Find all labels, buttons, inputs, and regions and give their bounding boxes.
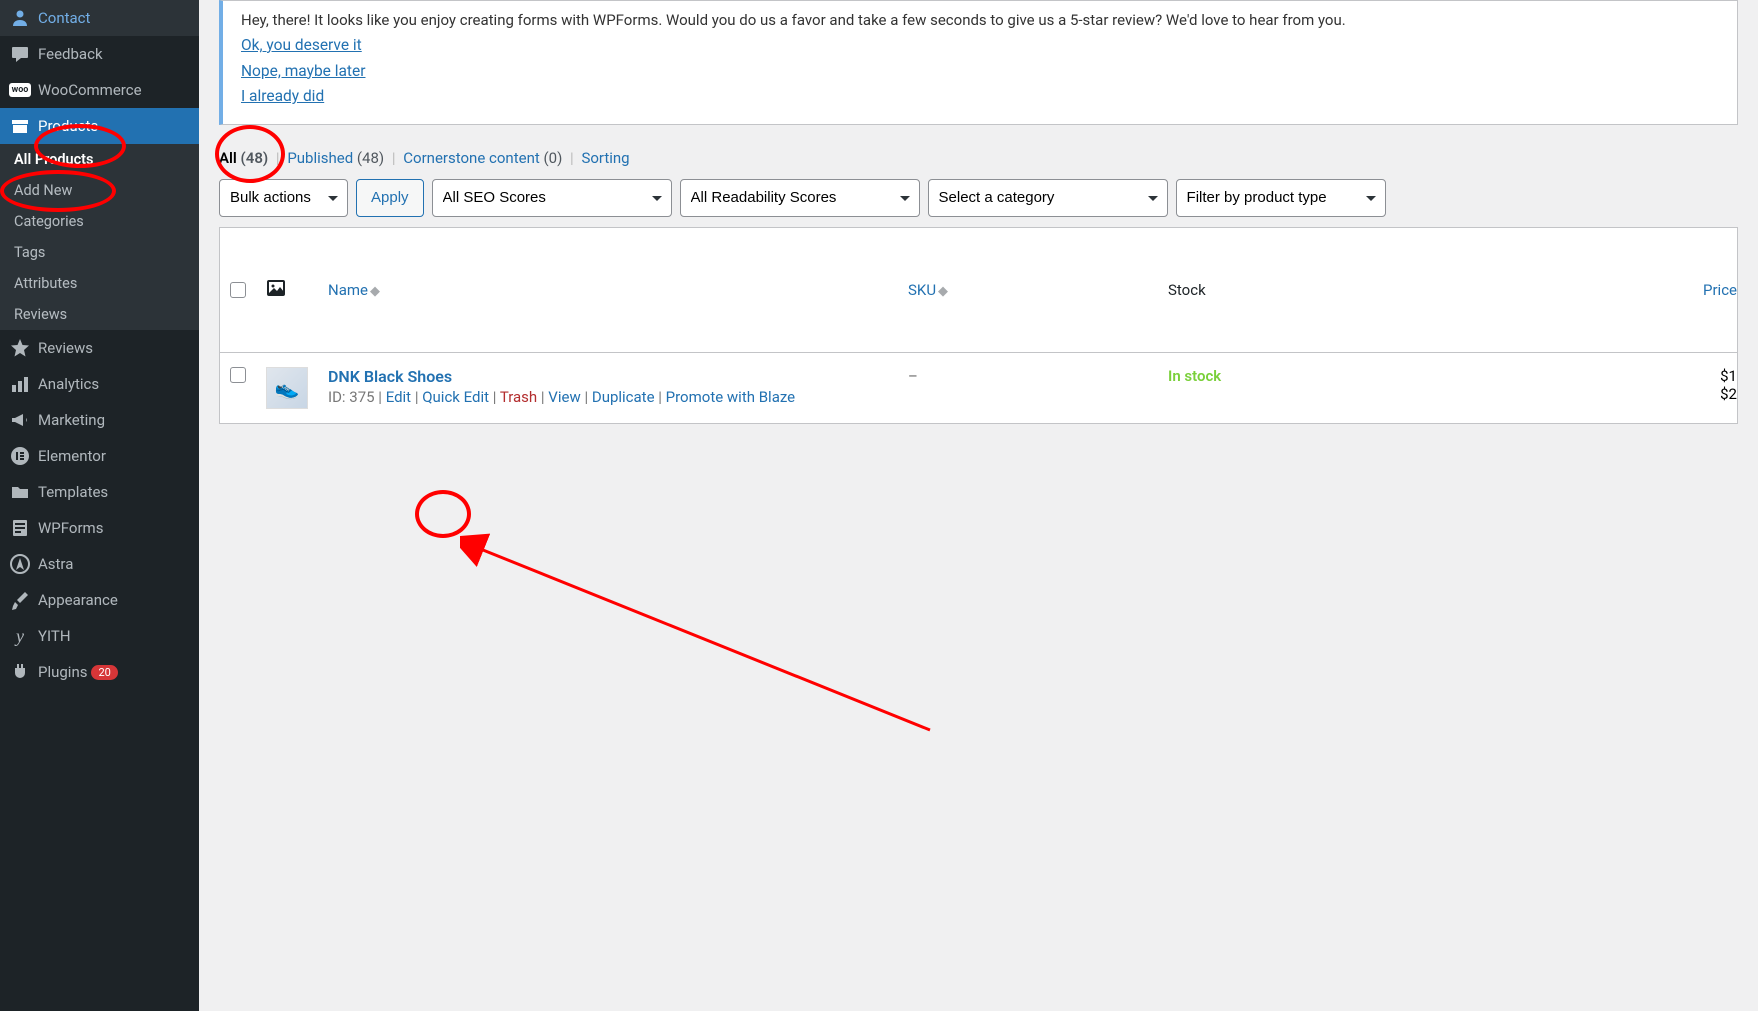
brush-icon bbox=[10, 590, 30, 610]
notice-link-later[interactable]: Nope, maybe later bbox=[241, 59, 1719, 85]
table-row: 👟 DNK Black Shoes ID: 375 | Edit | Quick… bbox=[220, 352, 1738, 423]
sidebar-item-reviews[interactable]: Reviews bbox=[0, 330, 199, 366]
annotation-circle bbox=[415, 490, 471, 538]
annotation-arrow bbox=[460, 530, 950, 740]
woo-icon: woo bbox=[10, 80, 30, 100]
price-column-header[interactable]: Price bbox=[1278, 227, 1738, 352]
elementor-icon bbox=[10, 446, 30, 466]
price-value-2: $2 bbox=[1288, 385, 1737, 403]
submenu-item-categories[interactable]: Categories bbox=[0, 206, 199, 237]
filter-all[interactable]: All (48) bbox=[219, 149, 268, 167]
sku-value: – bbox=[908, 367, 918, 385]
sidebar-item-woocommerce[interactable]: woo WooCommerce bbox=[0, 72, 199, 108]
main-content: Hey, there! It looks like you enjoy crea… bbox=[199, 0, 1758, 464]
sidebar-item-label: Reviews bbox=[38, 339, 93, 357]
select-all-checkbox[interactable] bbox=[230, 282, 246, 298]
view-link[interactable]: View bbox=[548, 388, 580, 406]
bulk-actions-select[interactable]: Bulk actions bbox=[219, 179, 348, 217]
sku-column-header[interactable]: SKU◆ bbox=[898, 227, 1158, 352]
seo-scores-select[interactable]: All SEO Scores bbox=[432, 179, 672, 217]
user-icon bbox=[10, 8, 30, 28]
submenu-item-add-new[interactable]: Add New bbox=[0, 175, 199, 206]
promote-link[interactable]: Promote with Blaze bbox=[666, 388, 796, 406]
admin-sidebar: Contact Feedback woo WooCommerce Products All… bbox=[0, 0, 199, 1011]
sidebar-item-label: Analytics bbox=[38, 375, 99, 393]
folder-icon bbox=[10, 482, 30, 502]
sidebar-item-label: Elementor bbox=[38, 447, 106, 465]
submenu-item-tags[interactable]: Tags bbox=[0, 237, 199, 268]
notice-link-ok[interactable]: Ok, you deserve it bbox=[241, 33, 1719, 59]
sidebar-item-marketing[interactable]: Marketing bbox=[0, 402, 199, 438]
badge: 20 bbox=[91, 665, 117, 680]
form-icon bbox=[10, 518, 30, 538]
sidebar-item-label: Templates bbox=[38, 483, 108, 501]
row-actions: ID: 375 | Edit | Quick Edit | Trash | Vi… bbox=[328, 388, 888, 406]
apply-button[interactable]: Apply bbox=[356, 179, 424, 217]
products-submenu: All ProductsAdd NewCategoriesTagsAttribu… bbox=[0, 144, 199, 330]
filter-published[interactable]: Published (48) bbox=[287, 149, 384, 167]
star-icon bbox=[10, 338, 30, 358]
yith-icon: y bbox=[10, 626, 30, 646]
product-id: ID: 375 bbox=[328, 388, 375, 406]
filter-cornerstone[interactable]: Cornerstone content bbox=[403, 149, 539, 167]
sidebar-item-label: WooCommerce bbox=[38, 81, 142, 99]
product-thumbnail[interactable]: 👟 bbox=[266, 367, 308, 409]
duplicate-link[interactable]: Duplicate bbox=[592, 388, 655, 406]
submenu-item-attributes[interactable]: Attributes bbox=[0, 268, 199, 299]
sidebar-item-products[interactable]: Products bbox=[0, 108, 199, 144]
sidebar-item-label: WPForms bbox=[38, 519, 103, 537]
astra-icon bbox=[10, 554, 30, 574]
sidebar-item-yith[interactable]: y YITH bbox=[0, 618, 199, 654]
products-table: Name◆ SKU◆ Stock Price 👟 DNK Black Shoes… bbox=[219, 227, 1738, 424]
sidebar-item-label: Contact bbox=[38, 9, 90, 27]
feedback-icon bbox=[10, 44, 30, 64]
notice-text: Hey, there! It looks like you enjoy crea… bbox=[241, 11, 1719, 29]
sidebar-item-appearance[interactable]: Appearance bbox=[0, 582, 199, 618]
megaphone-icon bbox=[10, 410, 30, 430]
stock-status: In stock bbox=[1168, 367, 1221, 385]
submenu-item-all-products[interactable]: All Products bbox=[0, 144, 199, 175]
sidebar-item-label: Marketing bbox=[38, 411, 105, 429]
product-title-link[interactable]: DNK Black Shoes bbox=[328, 367, 452, 386]
sidebar-item-label: Feedback bbox=[38, 45, 103, 63]
notice-link-already[interactable]: I already did bbox=[241, 84, 1719, 110]
filter-bar: Bulk actions Apply All SEO Scores All Re… bbox=[219, 179, 1738, 217]
sidebar-item-plugins[interactable]: Plugins 20 bbox=[0, 654, 199, 690]
name-column-header[interactable]: Name◆ bbox=[318, 227, 898, 352]
bars-icon bbox=[10, 374, 30, 394]
sidebar-item-label: YITH bbox=[38, 627, 71, 645]
review-notice: Hey, there! It looks like you enjoy crea… bbox=[219, 0, 1738, 125]
sidebar-item-label: Astra bbox=[38, 555, 73, 573]
edit-link[interactable]: Edit bbox=[386, 388, 411, 406]
archive-icon bbox=[10, 116, 30, 136]
sidebar-item-elementor[interactable]: Elementor bbox=[0, 438, 199, 474]
row-checkbox[interactable] bbox=[230, 367, 246, 383]
category-select[interactable]: Select a category bbox=[928, 179, 1168, 217]
filter-sorting[interactable]: Sorting bbox=[581, 149, 629, 167]
quick-edit-link[interactable]: Quick Edit bbox=[422, 388, 489, 406]
sidebar-item-astra[interactable]: Astra bbox=[0, 546, 199, 582]
trash-link[interactable]: Trash bbox=[500, 388, 537, 406]
price-value-1: $1 bbox=[1288, 367, 1737, 385]
sidebar-item-analytics[interactable]: Analytics bbox=[0, 366, 199, 402]
readability-select[interactable]: All Readability Scores bbox=[680, 179, 920, 217]
sidebar-item-contact[interactable]: Contact bbox=[0, 0, 199, 36]
image-icon bbox=[266, 278, 286, 298]
sidebar-item-label: Plugins bbox=[38, 663, 87, 681]
image-column-header bbox=[256, 227, 318, 352]
sidebar-item-label: Products bbox=[38, 117, 98, 135]
sidebar-item-feedback[interactable]: Feedback bbox=[0, 36, 199, 72]
status-filter-tabs: All (48) | Published (48) | Cornerstone … bbox=[219, 149, 1738, 167]
plug-icon bbox=[10, 662, 30, 682]
sidebar-item-wpforms[interactable]: WPForms bbox=[0, 510, 199, 546]
stock-column-header: Stock bbox=[1158, 227, 1278, 352]
submenu-item-reviews[interactable]: Reviews bbox=[0, 299, 199, 330]
product-type-select[interactable]: Filter by product type bbox=[1176, 179, 1386, 217]
sidebar-item-label: Appearance bbox=[38, 591, 118, 609]
sidebar-item-templates[interactable]: Templates bbox=[0, 474, 199, 510]
